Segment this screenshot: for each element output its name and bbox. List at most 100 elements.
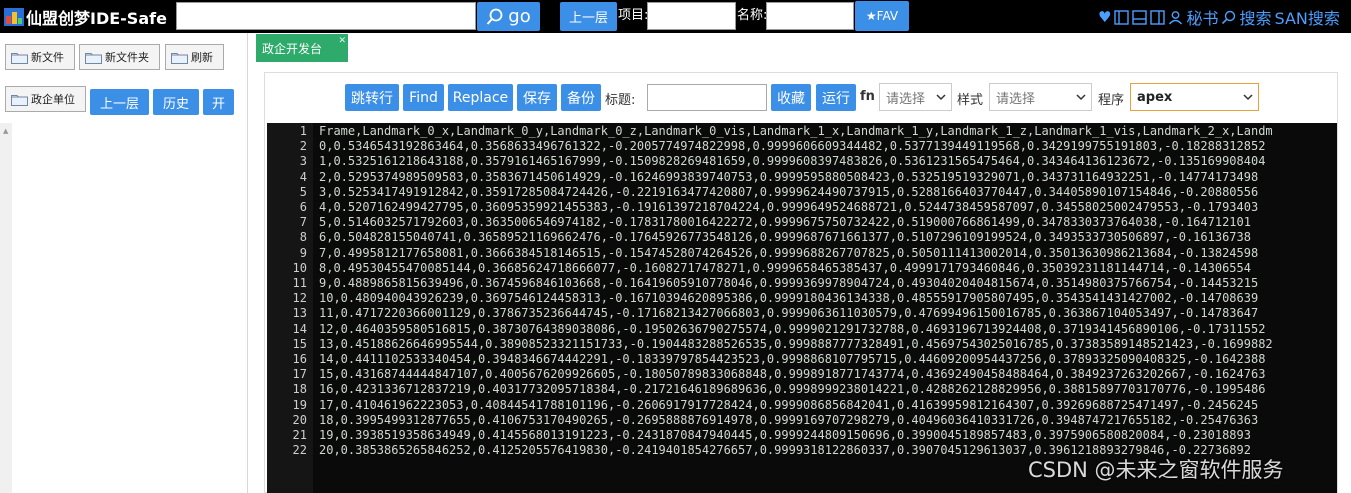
go-label: go [508,6,531,27]
history-button[interactable]: 历史 [153,89,199,115]
fn-label: fn [860,89,875,104]
line-number: 8 [299,230,307,245]
tab-label: 政企开发台 [262,41,323,56]
code-line: 13,0.45188626646995544,0.389085233211517… [319,336,1273,351]
line-number: 6 [299,200,307,214]
editor-toolbar: 跳转行 Find Replace 保存 备份 标题: 收藏 运行 fn 请选择 … [265,73,1339,123]
gov-unit-button[interactable]: 政企单位 [5,86,86,112]
save-button[interactable]: 保存 [517,84,557,111]
bottom-layout-icon[interactable] [1132,9,1148,25]
file-tree-scrollbar[interactable]: ▲ [0,123,12,493]
code-line: 15,0.43168744444847107,0.400567620992660… [319,367,1266,382]
code-line: 11,0.4717220366001129,0.3786735236644745… [319,306,1259,321]
line-number: 7 [299,215,307,230]
go-button[interactable]: go [477,2,540,31]
refresh-button[interactable]: 刷新 [165,44,224,70]
top-up-level-button[interactable]: 上一层 [560,2,617,31]
code-line: 18,0.3995499312877655,0.4106753170490265… [319,412,1259,427]
style-select[interactable]: 请选择 [989,83,1092,111]
code-line: 10,0.480940043926239,0.3697546124458313,… [319,291,1259,306]
code-line: 7,0.4995812177658081,0.3666384518146515,… [319,245,1259,260]
program-select[interactable]: apex [1130,83,1259,111]
folder-icon [11,52,28,64]
top-bar: 仙盟创梦IDE-Safe go 上一层 项目: 名称: ★FAV ♥ 秘书 搜索… [0,0,1351,33]
open-button[interactable]: 开 [203,89,234,115]
line-number: 9 [299,245,307,260]
line-number: 4 [299,169,307,184]
line-number: 3 [299,154,307,169]
search-link[interactable]: 搜索 [1239,5,1271,29]
fn-select[interactable]: 请选择 [879,83,952,111]
code-line: 19,0.3938519358634949,0.4145568013191223… [319,428,1251,442]
line-number-gutter: 1 2 3 4 5 6 7 8 9 10 11 12 13 14 15 16 17 18 19 20 21 22 [267,123,313,493]
code-editor[interactable]: 1 2 3 4 5 6 7 8 9 10 11 12 13 14 15 16 17 18 19 20 21 22 Fram… [267,123,1337,493]
line-number: 15 [292,336,307,351]
ide-window: 仙盟创梦IDE-Safe go 上一层 项目: 名称: ★FAV ♥ 秘书 搜索… [0,0,1351,493]
scroll-up-arrow-icon[interactable]: ▲ [3,127,8,135]
fav-button[interactable]: ★FAV [855,1,909,31]
new-file-button[interactable]: 新文件 [5,44,75,70]
line-number: 5 [299,184,307,199]
code-line: 2,0.5295374989509583,0.3583671450614929,… [319,169,1259,184]
tab-close-icon[interactable]: ✕ [338,36,346,46]
line-number: 10 [292,260,307,275]
code-line: 17,0.410461962223053,0.40844541788101196… [319,397,1259,412]
program-label: 程序 [1098,93,1125,108]
goto-line-button[interactable]: 跳转行 [345,84,399,111]
new-file-label: 新文件 [31,51,64,64]
folder-icon [85,52,102,64]
code-line: 9,0.4889865815639496,0.3674596846103668,… [319,276,1259,290]
find-button[interactable]: Find [403,84,444,111]
chevron-down-icon [1243,94,1253,101]
chevron-down-icon [1076,94,1086,101]
code-line: 12,0.4640359580516815,0.3873076438903808… [319,321,1266,336]
file-sidebar: 新文件 新文件夹 刷新 政企单位 上一层 历史 开 ▲ [0,33,248,493]
code-line: 8,0.49530455470085144,0.3668562471866607… [319,260,1251,275]
line-number: 2 [299,139,307,154]
gov-unit-label: 政企单位 [31,93,75,106]
search-link-icon [1222,10,1236,24]
heart-icon[interactable]: ♥ [1098,8,1111,26]
code-line: 5,0.5146032571792603,0.3635006546974182,… [319,215,1251,230]
fn-select-value: 请选择 [886,91,926,107]
collect-button[interactable]: 收藏 [771,84,811,111]
app-logo-icon [4,8,24,26]
line-number: 1 [299,124,307,138]
code-line: 16,0.4231336712837219,0.4031773209571838… [319,382,1266,397]
new-folder-button[interactable]: 新文件夹 [79,44,160,70]
top-right-links: ♥ 秘书 搜索 SAN搜索 [1098,5,1340,29]
split-layout-icon[interactable] [1150,9,1166,25]
style-select-value: 请选择 [996,91,1036,107]
backup-button[interactable]: 备份 [561,84,601,111]
line-number: 18 [292,382,307,397]
line-number: 21 [292,428,307,442]
project-label: 项目: [618,8,649,23]
code-line: 4,0.5207162499427795,0.36095359921455383… [319,200,1259,214]
sidebar-layout-icon[interactable] [1114,9,1130,25]
title-label: 标题: [605,93,636,108]
line-number: 11 [292,276,307,290]
editor-panel: 跳转行 Find Replace 保存 备份 标题: 收藏 运行 fn 请选择 … [264,72,1338,493]
line-number: 17 [292,367,307,382]
code-line: 1,0.5325161218643188,0.3579161465167999,… [319,154,1266,169]
title-input[interactable] [647,84,767,111]
code-line: 3,0.5253417491912842,0.35917285084724426… [319,184,1259,199]
run-button[interactable]: 运行 [816,84,856,111]
top-search-input[interactable] [176,2,476,30]
line-number: 13 [292,306,307,321]
project-input[interactable] [647,2,736,30]
tab-gov-dev-console[interactable]: 政企开发台 ✕ [256,34,348,62]
line-number: 19 [292,397,307,412]
line-number: 16 [292,352,307,366]
name-label: 名称: [737,8,768,23]
name-input[interactable] [766,2,854,30]
secretary-link[interactable]: 秘书 [1186,5,1218,29]
line-number: 12 [292,291,307,306]
san-search-link[interactable]: SAN搜索 [1274,5,1339,29]
code-line: 14,0.4411102533340454,0.3948346674442291… [319,352,1266,366]
folder-icon [171,52,188,64]
replace-button[interactable]: Replace [448,84,513,111]
sidebar-up-level-button[interactable]: 上一层 [90,89,149,115]
search-icon [487,8,503,25]
app-title: 仙盟创梦IDE-Safe [26,9,167,28]
